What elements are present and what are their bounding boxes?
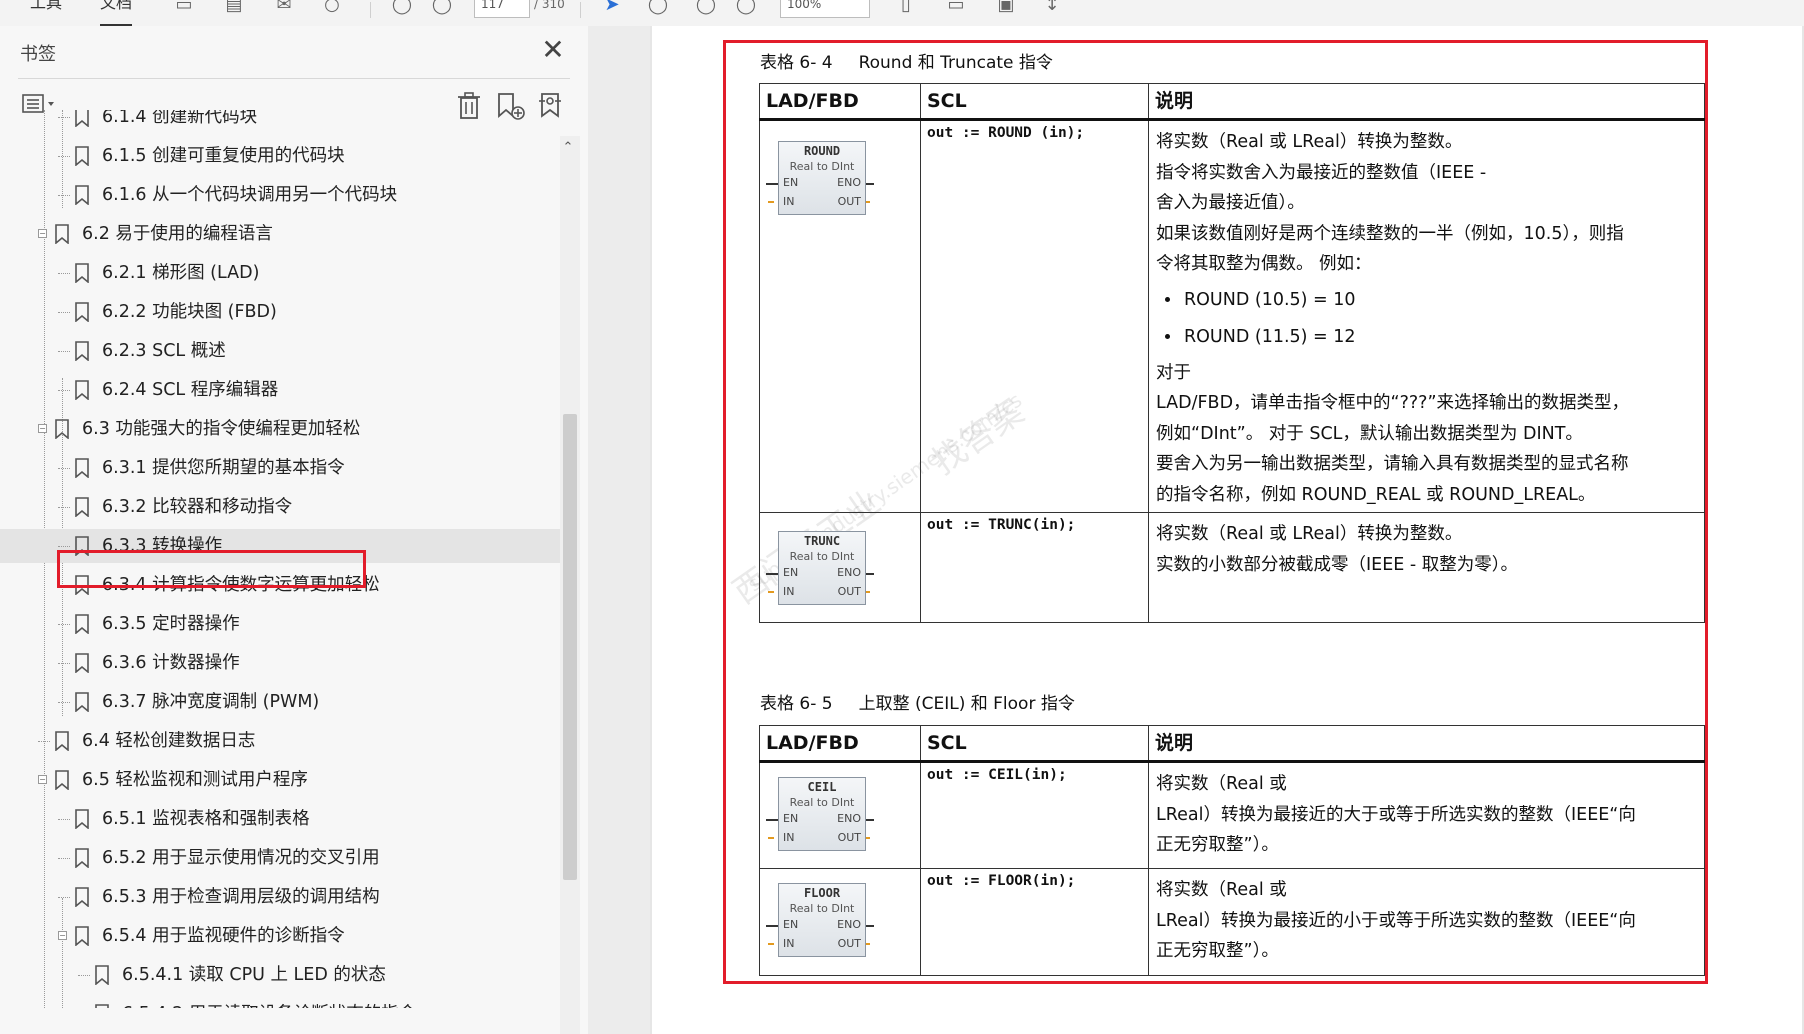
sidebar-item-label: 6.2.2 功能块图 (FBD) bbox=[102, 302, 277, 322]
sidebar-item[interactable]: − 6.3 功能强大的指令使编程更加轻松 bbox=[0, 412, 560, 446]
sidebar-item-label: 6.1.5 创建可重复使用的代码块 bbox=[102, 146, 345, 166]
sidebar-item[interactable]: 6.3.5 定时器操作 bbox=[0, 607, 560, 641]
collapse-toggle-icon[interactable]: − bbox=[58, 931, 67, 940]
sidebar-item[interactable]: 6.2.2 功能块图 (FBD) bbox=[0, 295, 560, 329]
page-number-input[interactable]: 117 bbox=[474, 0, 530, 18]
collapse-toggle-icon[interactable]: − bbox=[38, 229, 47, 238]
zoom-in-icon[interactable]: ◯ bbox=[734, 0, 758, 18]
bookmark-icon bbox=[74, 458, 90, 479]
sidebar-item-label: 6.3.2 比较器和移动指令 bbox=[102, 497, 293, 517]
sidebar-item-label: 6.5.4.2 用于读取设备诊断状态的指令 bbox=[122, 997, 416, 1008]
sidebar-item-label: 6.1.6 从一个代码块调用另一个代码块 bbox=[102, 185, 398, 205]
bookmark-icon bbox=[74, 380, 90, 401]
save-icon[interactable]: ▭ bbox=[172, 0, 196, 18]
bookmark-icon bbox=[54, 731, 70, 752]
highlight-frame bbox=[723, 40, 1708, 984]
sidebar-item-label: 6.5.4 用于监视硬件的诊断指令 bbox=[102, 926, 345, 946]
sidebar-item-label: 6.2 易于使用的编程语言 bbox=[82, 224, 273, 244]
collapse-toggle-icon[interactable]: − bbox=[38, 775, 47, 784]
sidebar-item[interactable]: − 6.5.4 用于监视硬件的诊断指令 bbox=[0, 919, 560, 953]
bookmark-icon bbox=[74, 146, 90, 167]
fit-width-icon[interactable]: ▭ bbox=[944, 0, 968, 18]
sidebar-item-label: 6.3.6 计数器操作 bbox=[102, 653, 240, 673]
tab-document[interactable]: 文档 bbox=[100, 0, 133, 26]
sidebar-item[interactable]: 6.3.1 提供您所期望的基本指令 bbox=[0, 451, 560, 485]
search-icon[interactable]: ○ bbox=[320, 0, 344, 18]
bookmark-icon bbox=[74, 185, 90, 206]
zoom-select[interactable]: 100% bbox=[780, 0, 870, 18]
sidebar-item-label: 6.4 轻松创建数据日志 bbox=[82, 731, 256, 751]
sidebar-item[interactable]: − 6.2 易于使用的编程语言 bbox=[0, 217, 560, 251]
bookmark-icon bbox=[74, 887, 90, 908]
tab-tools[interactable]: 工具 bbox=[30, 0, 62, 24]
sidebar-item-label: 6.3.7 脉冲宽度调制 (PWM) bbox=[102, 692, 320, 712]
rotate-icon[interactable]: ▣ bbox=[994, 0, 1018, 18]
sidebar-item[interactable]: 6.1.4 创建新代码块 bbox=[0, 110, 560, 134]
top-toolbar: 工具 文档 ▭ ▤ ✉ ○ ◯ ◯ 117 / 310 ➤ ◯ ◯ ◯ 100%… bbox=[0, 0, 1804, 27]
bookmark-icon bbox=[94, 965, 110, 986]
bookmark-icon bbox=[74, 653, 90, 674]
sidebar-item[interactable]: 6.5.4.1 读取 CPU 上 LED 的状态 bbox=[0, 958, 560, 992]
sidebar-item[interactable]: 6.3.2 比较器和移动指令 bbox=[0, 490, 560, 524]
close-icon[interactable]: ✕ bbox=[538, 36, 568, 66]
fit-page-icon[interactable]: ▯ bbox=[894, 0, 918, 18]
bookmark-icon bbox=[74, 302, 90, 323]
bookmark-icon bbox=[94, 1004, 110, 1008]
sidebar-item[interactable]: 6.3.7 脉冲宽度调制 (PWM) bbox=[0, 685, 560, 719]
sidebar-item-label: 6.5 轻松监视和测试用户程序 bbox=[82, 770, 308, 790]
hand-tool-icon[interactable]: ◯ bbox=[646, 0, 670, 18]
select-cursor-icon[interactable]: ➤ bbox=[600, 0, 624, 18]
collapse-toggle-icon[interactable]: − bbox=[38, 424, 47, 433]
selection-highlight-frame bbox=[57, 550, 366, 588]
sidebar-item-label: 6.5.1 监视表格和强制表格 bbox=[102, 809, 310, 829]
scroll-icon[interactable]: ↕ bbox=[1040, 0, 1064, 18]
sidebar-item-label: 6.5.3 用于检查调用层级的调用结构 bbox=[102, 887, 380, 907]
bookmark-icon bbox=[54, 770, 70, 791]
bookmark-icon bbox=[74, 809, 90, 830]
sidebar-item[interactable]: 6.1.5 创建可重复使用的代码块 bbox=[0, 139, 560, 173]
sidebar-item-label: 6.3.5 定时器操作 bbox=[102, 614, 240, 634]
bookmark-icon bbox=[74, 926, 90, 947]
sidebar-item[interactable]: 6.5.3 用于检查调用层级的调用结构 bbox=[0, 880, 560, 914]
sidebar-item-label: 6.1.4 创建新代码块 bbox=[102, 110, 258, 127]
bookmark-icon bbox=[54, 419, 70, 440]
bookmark-icon bbox=[74, 614, 90, 635]
sidebar-item[interactable]: 6.5.2 用于显示使用情况的交叉引用 bbox=[0, 841, 560, 875]
sidebar-item-label: 6.2.1 梯形图 (LAD) bbox=[102, 263, 260, 283]
bookmark-icon bbox=[54, 224, 70, 245]
sidebar-item[interactable]: 6.3.6 计数器操作 bbox=[0, 646, 560, 680]
sidebar-item-label: 6.3 功能强大的指令使编程更加轻松 bbox=[82, 419, 361, 439]
sidebar-item-label: 6.5.2 用于显示使用情况的交叉引用 bbox=[102, 848, 380, 868]
sidebar-item[interactable]: 6.1.6 从一个代码块调用另一个代码块 bbox=[0, 178, 560, 212]
sidebar-item-label: 6.3.1 提供您所期望的基本指令 bbox=[102, 458, 345, 478]
prev-page-icon[interactable]: ◯ bbox=[390, 0, 414, 18]
sidebar-item[interactable]: 6.5.1 监视表格和强制表格 bbox=[0, 802, 560, 836]
sidebar-item-label: 6.5.4.1 读取 CPU 上 LED 的状态 bbox=[122, 965, 386, 985]
bookmark-icon bbox=[74, 848, 90, 869]
sidebar-item-label: 6.2.4 SCL 程序编辑器 bbox=[102, 380, 279, 400]
scroll-up-icon[interactable]: ⌃ bbox=[560, 140, 576, 156]
scrollbar-thumb[interactable] bbox=[563, 414, 577, 880]
panel-title: 书签 bbox=[20, 44, 56, 65]
bookmark-icon bbox=[74, 497, 90, 518]
next-page-icon[interactable]: ◯ bbox=[430, 0, 454, 18]
print-icon[interactable]: ▤ bbox=[222, 0, 246, 18]
sidebar-item[interactable]: 6.5.4.2 用于读取设备诊断状态的指令 bbox=[0, 997, 560, 1008]
sidebar-item[interactable]: 6.2.4 SCL 程序编辑器 bbox=[0, 373, 560, 407]
mail-icon[interactable]: ✉ bbox=[272, 0, 296, 18]
sidebar-item[interactable]: 6.2.1 梯形图 (LAD) bbox=[0, 256, 560, 290]
page-total: / 310 bbox=[534, 0, 565, 11]
bookmark-icon bbox=[74, 692, 90, 713]
sidebar-item-label: 6.2.3 SCL 概述 bbox=[102, 341, 226, 361]
sidebar-item[interactable]: − 6.5 轻松监视和测试用户程序 bbox=[0, 763, 560, 797]
sidebar-item[interactable]: 6.2.3 SCL 概述 bbox=[0, 334, 560, 368]
bookmark-icon bbox=[74, 263, 90, 284]
bookmark-icon bbox=[74, 110, 90, 128]
sidebar-item[interactable]: 6.4 轻松创建数据日志 bbox=[0, 724, 560, 758]
bookmark-icon bbox=[74, 341, 90, 362]
zoom-out-icon[interactable]: ◯ bbox=[694, 0, 718, 18]
